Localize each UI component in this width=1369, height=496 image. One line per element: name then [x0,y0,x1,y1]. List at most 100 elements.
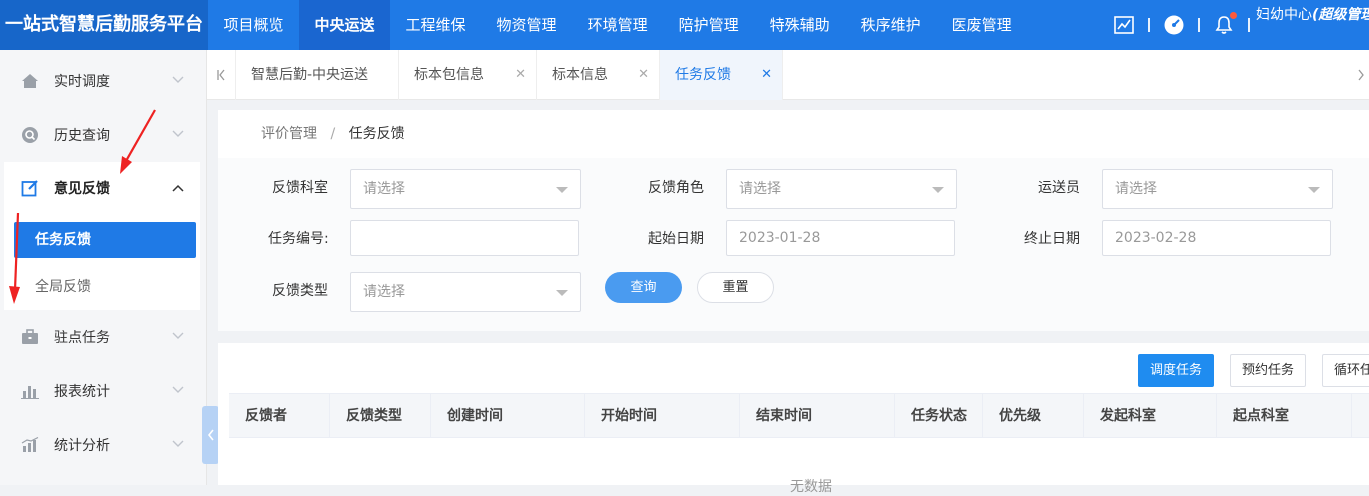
cycle-task-button[interactable]: 循环任 [1322,354,1369,387]
chevron-right-icon [1358,69,1364,81]
notification-dot [1230,12,1237,19]
column-header[interactable]: 创建时间 [431,394,585,438]
sidebar-item-label: 历史查询 [54,128,110,144]
bell-icon[interactable] [1210,11,1238,39]
filter-panel: 评价管理 / 任务反馈 反馈科室 请选择 反馈角色 请选择 运送员 请选择 任务… [218,110,1369,331]
tabs-scroll-right[interactable] [1353,50,1369,100]
caret-down-icon [1308,187,1320,193]
caret-down-icon [556,290,568,296]
nav-item-materials[interactable]: 物资管理 [481,0,572,50]
query-button[interactable]: 查询 [605,272,682,303]
divider [1148,18,1150,32]
tab-label: 标本包信息 [414,67,484,83]
chevron-down-icon [172,130,184,137]
tab-label: 任务反馈 [675,67,731,83]
nav-item-escort[interactable]: 陪护管理 [663,0,754,50]
first-page-icon [217,69,225,81]
analytics-icon [20,437,40,453]
column-header[interactable]: 任务状态 [895,394,983,438]
nav-item-overview[interactable]: 项目概览 [208,0,299,50]
feedback-type-select[interactable]: 请选择 [350,272,581,312]
table-header: 反馈者 反馈类型 创建时间 开始时间 结束时间 任务状态 优先级 发起科室 起点… [229,393,1369,438]
top-right-tools [1110,0,1260,50]
feedback-role-select[interactable]: 请选择 [726,169,957,209]
select-placeholder: 请选择 [363,181,405,197]
tab-task-feedback[interactable]: 任务反馈 ✕ [660,50,783,100]
column-header[interactable]: 结束时间 [740,394,895,438]
briefcase-icon [20,329,40,345]
sidebar-subitem-task-feedback[interactable]: 任务反馈 [14,222,196,258]
column-header[interactable]: 开始时间 [585,394,740,438]
select-placeholder: 请选择 [363,284,405,300]
breadcrumb-current: 任务反馈 [348,126,405,142]
caret-down-icon [556,187,568,193]
chevron-down-icon [172,76,184,83]
tab-label: 智慧后勤-中央运送 [251,67,369,83]
table-panel: 调度任务 预约任务 循环任 反馈者 反馈类型 创建时间 开始时间 结束时间 任务… [218,343,1369,495]
sidebar-collapse-toggle[interactable] [202,406,219,464]
chevron-up-icon [172,184,184,192]
select-placeholder: 请选择 [739,181,781,197]
start-date-input[interactable]: 2023-01-28 [726,220,955,256]
empty-table-text: 无数据 [790,479,832,495]
user-info[interactable]: 妇幼中心(超级管理员) [1256,5,1369,25]
sidebar-item-label: 驻点任务 [54,330,110,346]
chevron-down-icon [172,440,184,447]
task-no-input[interactable] [350,220,579,256]
search-circle-icon [20,126,40,144]
chart-icon[interactable] [1110,11,1138,39]
tab-specimen-info[interactable]: 标本信息 ✕ [537,50,660,100]
tab-label: 标本信息 [552,67,608,83]
end-date-input[interactable]: 2023-02-28 [1102,220,1331,256]
sidebar-item-report-stats[interactable]: 报表统计 [4,364,200,418]
nav-item-central-transport[interactable]: 中央运送 [299,0,391,50]
chevron-left-icon [207,429,214,441]
task-no-label: 任务编号: [268,231,329,247]
sidebar-item-station-task[interactable]: 驻点任务 [4,310,200,364]
breadcrumb: 评价管理 / 任务反馈 [261,123,405,143]
sidebar-item-feedback[interactable]: 意见反馈 [4,162,200,214]
sidebar-item-stat-analysis[interactable]: 统计分析 [4,418,200,472]
chevron-down-icon [172,332,184,339]
feedback-type-label: 反馈类型 [272,283,328,299]
tab-central-transport[interactable]: 智慧后勤-中央运送 [236,50,399,100]
column-header[interactable]: 发起科室 [1084,394,1217,438]
column-header[interactable]: 反馈类型 [330,394,431,438]
nav-item-special-assist[interactable]: 特殊辅助 [754,0,845,50]
column-header[interactable]: 起点科室 [1217,394,1352,438]
tabs-bar: 智慧后勤-中央运送 标本包信息 ✕ 标本信息 ✕ 任务反馈 ✕ [207,50,1369,100]
breadcrumb-separator: / [330,126,336,142]
top-nav: 项目概览 中央运送 工程维保 物资管理 环境管理 陪护管理 特殊辅助 秩序维护 … [208,0,1027,50]
edit-icon [20,179,40,197]
column-header[interactable]: 反馈者 [229,394,330,438]
sidebar-subitem-global-feedback[interactable]: 全局反馈 [14,269,196,305]
tabs-scroll-left[interactable] [207,50,236,100]
breadcrumb-parent[interactable]: 评价管理 [261,126,317,142]
divider [1198,18,1200,32]
reset-button[interactable]: 重置 [697,272,774,303]
dispatch-task-button[interactable]: 调度任务 [1138,354,1214,387]
sidebar-item-history-query[interactable]: 历史查询 [4,108,200,162]
tab-specimen-package[interactable]: 标本包信息 ✕ [399,50,537,100]
dashboard-icon[interactable] [1160,11,1188,39]
close-icon[interactable]: ✕ [638,50,649,100]
nav-item-order[interactable]: 秩序维护 [845,0,936,50]
select-placeholder: 请选择 [1115,181,1157,197]
nav-item-environment[interactable]: 环境管理 [572,0,663,50]
user-org: 妇幼中心 [1256,7,1312,23]
sidebar-item-label: 统计分析 [54,438,110,454]
close-icon[interactable]: ✕ [761,50,772,100]
nav-item-engineering[interactable]: 工程维保 [390,0,481,50]
close-icon[interactable]: ✕ [515,50,526,100]
filter-form: 反馈科室 请选择 反馈角色 请选择 运送员 请选择 任务编号: 起始日期 202… [218,158,1369,331]
home-icon [20,73,40,89]
courier-select[interactable]: 请选择 [1102,169,1333,209]
sidebar-item-label: 意见反馈 [54,181,110,197]
column-header[interactable]: 优先级 [983,394,1084,438]
sidebar: 实时调度 历史查询 意见反馈 任务反馈 全局反馈 驻点任务 报表统计 统计分析 [0,50,207,485]
nav-item-medical-waste[interactable]: 医废管理 [936,0,1027,50]
courier-label: 运送员 [1038,180,1080,196]
reserve-task-button[interactable]: 预约任务 [1230,354,1306,387]
sidebar-item-realtime-dispatch[interactable]: 实时调度 [4,54,200,108]
feedback-dept-select[interactable]: 请选择 [350,169,581,209]
